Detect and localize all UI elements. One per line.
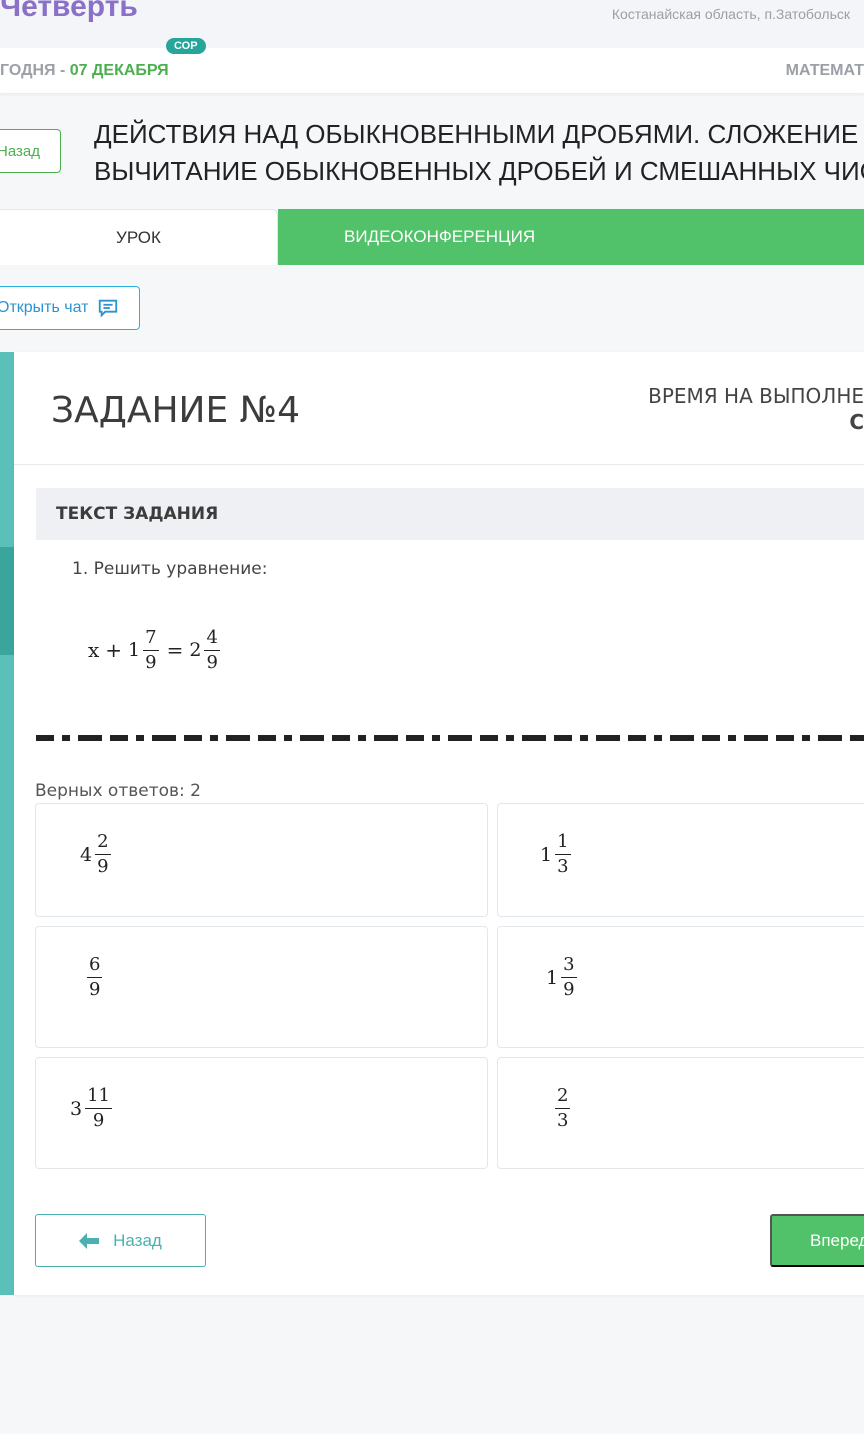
answer-denominator: 9 — [563, 979, 575, 1000]
task-text-heading: ТЕКСТ ЗАДАНИЯ — [36, 488, 864, 540]
region-label: Костанайская область, п.Затобольск — [611, 6, 850, 22]
task-side-strip — [0, 352, 14, 1295]
eq-a-denominator: 9 — [145, 651, 157, 673]
answer-math: 3 11 9 — [70, 1086, 114, 1131]
eq-equals: = — [166, 638, 184, 662]
tab-videoconference[interactable]: ВИДЕОКОНФЕРЕНЦИЯ — [278, 209, 864, 265]
lesson-title-line2: ВЫЧИТАНИЕ ОБЫКНОВЕННЫХ ДРОБЕЙ И СМЕШАННЫ… — [94, 156, 864, 186]
separator-dashes — [36, 735, 864, 741]
chat-icon — [98, 299, 117, 318]
eq-b-fraction: 4 9 — [204, 626, 220, 673]
task-card: ЗАДАНИЕ №4 ВРЕМЯ НА ВЫПОЛНЕ С ТЕКСТ ЗАДА… — [14, 352, 864, 1295]
answer-whole: 4 — [80, 843, 93, 866]
strip-segment-active — [0, 607, 14, 655]
open-chat-label: Открыть чат — [0, 299, 89, 316]
back-button-label: Назад — [113, 1230, 162, 1250]
date-prefix: ГОДНЯ - — [0, 62, 70, 79]
fraction-bar — [95, 854, 111, 855]
eq-a-whole: 1 — [128, 639, 141, 661]
tabs: УРОК ВИДЕОКОНФЕРЕНЦИЯ — [0, 209, 864, 265]
eq-b-denominator: 9 — [206, 651, 218, 673]
answer-denominator: 3 — [557, 1110, 569, 1131]
date-bar: ГОДНЯ - 07 ДЕКАБРЯ СОР МАТЕМАТ — [0, 38, 864, 93]
answer-option[interactable]: 1 13 — [497, 803, 864, 917]
correct-answers-count: Верных ответов: 2 — [35, 781, 201, 801]
eq-a-numerator: 7 — [145, 626, 157, 648]
answer-option[interactable]: 1 39 — [497, 926, 864, 1048]
answer-fraction: 11 9 — [85, 1086, 112, 1131]
sor-badge: СОР — [166, 38, 206, 54]
answer-fraction: 39 — [561, 954, 577, 1000]
eq-b-whole: 2 — [189, 639, 202, 661]
answer-numerator: 11 — [87, 1085, 110, 1106]
lesson-title-line1: ДЕЙСТВИЯ НАД ОБЫКНОВЕННЫМИ ДРОБЯМИ. СЛОЖ… — [94, 119, 859, 149]
answer-numerator: 3 — [563, 954, 575, 975]
answer-math: 23 — [552, 1086, 572, 1131]
answer-fraction: 29 — [95, 831, 111, 877]
fraction-bar — [204, 649, 220, 651]
answer-numerator: 2 — [97, 831, 109, 852]
answer-option[interactable]: 3 11 9 — [35, 1057, 488, 1169]
answer-whole: 3 — [70, 1097, 83, 1120]
time-value: С — [849, 410, 864, 434]
answer-denominator: 9 — [89, 979, 101, 1000]
top-header: Четверть Костанайская область, п.Затобол… — [0, 0, 864, 48]
tab-lesson[interactable]: УРОК — [0, 209, 278, 265]
answer-numerator: 2 — [557, 1085, 569, 1106]
answer-numerator: 6 — [89, 954, 101, 975]
answer-fraction: 23 — [555, 1085, 571, 1131]
answer-numerator: 1 — [557, 831, 569, 852]
answer-fraction: 13 — [555, 831, 571, 877]
fraction-bar — [85, 1108, 112, 1109]
fraction-bar — [87, 977, 103, 978]
back-button[interactable]: Назад — [35, 1214, 206, 1267]
time-label: ВРЕМЯ НА ВЫПОЛНЕ — [648, 384, 864, 408]
eq-a-fraction: 7 9 — [143, 626, 159, 673]
open-chat-button[interactable]: Открыть чат — [0, 286, 140, 330]
eq-b-numerator: 4 — [206, 626, 218, 648]
strip-segment — [0, 547, 14, 611]
answer-fraction: 69 — [87, 954, 103, 1000]
date-text: ГОДНЯ - 07 ДЕКАБРЯ — [0, 62, 169, 80]
fraction-bar — [143, 649, 159, 651]
answer-denominator: 9 — [92, 1110, 105, 1131]
lesson-title: ДЕЙСТВИЯ НАД ОБЫКНОВЕННЫМИ ДРОБЯМИ. СЛОЖ… — [94, 116, 864, 190]
answer-whole: 1 — [540, 843, 553, 866]
answer-denominator: 3 — [557, 856, 569, 877]
eq-variable: x — [88, 638, 100, 662]
answer-whole: 1 — [546, 966, 559, 989]
fraction-bar — [555, 1108, 571, 1109]
answer-math: 69 — [84, 955, 104, 1000]
subject-label: МАТЕМАТ — [785, 62, 864, 79]
fraction-bar — [555, 854, 571, 855]
date-value: 07 ДЕКАБРЯ — [69, 62, 169, 79]
arrow-left-icon — [79, 1232, 100, 1249]
answer-denominator: 9 — [97, 856, 109, 877]
task-number: ЗАДАНИЕ №4 — [51, 390, 300, 431]
answer-option[interactable]: 4 29 — [35, 803, 488, 917]
answer-option[interactable]: 23 — [497, 1057, 864, 1169]
fraction-bar — [561, 977, 577, 978]
lesson-back-button[interactable]: Назад — [0, 129, 61, 173]
answer-math: 4 29 — [80, 832, 113, 877]
eq-plus: + — [105, 638, 123, 662]
answer-option[interactable]: 69 — [35, 926, 488, 1048]
question-text: 1. Решить уравнение: — [72, 559, 268, 579]
next-button-label: Вперед — [810, 1230, 864, 1250]
next-button[interactable]: Вперед — [770, 1214, 864, 1267]
equation: x + 1 7 9 = 2 4 9 — [88, 620, 222, 680]
answer-math: 1 13 — [540, 832, 573, 877]
answer-math: 1 39 — [546, 955, 579, 1000]
brand-title: Четверть — [0, 0, 138, 23]
card-divider — [14, 464, 864, 465]
page: Четверть Костанайская область, п.Затобол… — [0, 0, 864, 1434]
